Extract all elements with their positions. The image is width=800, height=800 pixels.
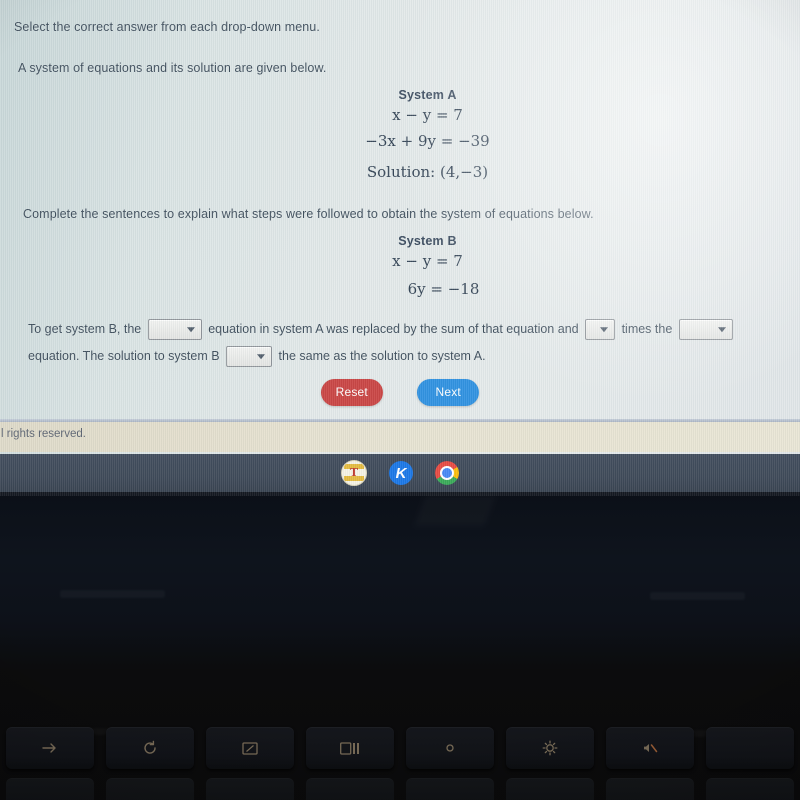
keyboard-key[interactable] [6,778,94,800]
reload-icon [142,740,158,756]
system-b-equation-1: x − y = 7 [392,252,463,270]
keyboard-function-row [0,727,800,769]
volume-down-icon [743,742,757,754]
keyboard-number-row [0,778,800,800]
kami-icon-letter: K [395,464,407,482]
sentence-part-3: times the [621,322,673,336]
system-a-solution: Solution: (4,−3) [310,163,545,181]
system-a-solution-label: Solution: [366,163,436,181]
fullscreen-key[interactable] [206,727,294,769]
keyboard-key[interactable] [206,778,294,800]
body-highlight [650,592,745,600]
system-a-block: System A x − y = 7 −3x + 9y = −39 Soluti… [310,88,545,181]
page-footer: l rights reserved. [0,422,800,452]
body-highlight [60,590,165,598]
kami-icon[interactable]: K [389,461,413,485]
brightness-high-icon [542,740,558,756]
dropdown-other-equation-selector[interactable] [678,319,733,341]
system-a-solution-value: (4,−3) [439,163,489,181]
sentence-part-4: equation. The solution to system B [28,349,220,363]
plato-courseware-icon[interactable]: T [341,460,367,486]
keyboard-key[interactable] [506,778,594,800]
dropdown-solution-relation-selector[interactable] [226,346,273,368]
arrow-right-icon [41,741,59,755]
worksheet-page: Select the correct answer from each drop… [0,4,800,418]
window-overview-icon [340,741,360,755]
sentence-part-2: equation in system A was replaced by the… [208,322,579,336]
instruction-line-3: Complete the sentences to explain what s… [23,207,594,221]
next-button[interactable]: Next [417,379,480,406]
reload-key[interactable] [106,727,194,769]
forward-key[interactable] [6,727,94,769]
plato-icon-letter: T [349,466,359,479]
system-b-equation-2: 6y = −18 [407,280,480,298]
instruction-line-2: A system of equations and its solution a… [18,61,327,75]
shelf-icon-group: T K [0,454,800,492]
keyboard-key[interactable] [606,778,694,800]
instruction-line-1: Select the correct answer from each drop… [14,20,320,34]
brightness-up-key[interactable] [506,727,594,769]
volume-mute-icon [642,741,658,755]
body-highlight [415,496,496,526]
brightness-down-key[interactable] [406,727,494,769]
brightness-low-icon [444,742,456,754]
keyboard-key[interactable] [706,778,794,800]
action-button-row: Reset Next [0,379,800,406]
system-a-title: System A [398,88,457,102]
keyboard-key[interactable] [406,778,494,800]
system-a-equation-2: −3x + 9y = −39 [365,132,490,150]
system-b-block: System B x − y = 7 6y = −18 [310,234,545,298]
overview-key[interactable] [306,727,394,769]
volume-down-key[interactable] [706,727,794,769]
chromeos-shelf[interactable]: T K [0,454,800,492]
copyright-text: l rights reserved. [1,428,87,440]
keyboard-key[interactable] [306,778,394,800]
dropdown-multiplier-selector[interactable] [585,319,616,341]
chevron-down-icon [186,326,195,332]
chrome-icon-center [440,466,454,480]
fullscreen-icon [242,741,258,755]
sentence-part-5: the same as the solution to system A. [278,349,486,363]
system-a-equation-1: x − y = 7 [392,106,463,124]
reset-button[interactable]: Reset [320,379,383,406]
sentence-part-1: To get system B, the [28,322,142,336]
system-b-title: System B [398,234,457,248]
chrome-icon[interactable] [435,461,459,485]
fill-in-sentence: To get system B, the equation in system … [28,316,758,370]
chevron-down-icon [257,353,266,359]
keyboard-key[interactable] [106,778,194,800]
chevron-down-icon [717,326,726,332]
mute-key[interactable] [606,727,694,769]
chevron-down-icon [600,326,609,332]
laptop-screen: Select the correct answer from each drop… [0,0,800,496]
photo-of-chromebook: Select the correct answer from each drop… [0,0,800,800]
dropdown-equation-selector[interactable] [147,319,202,341]
